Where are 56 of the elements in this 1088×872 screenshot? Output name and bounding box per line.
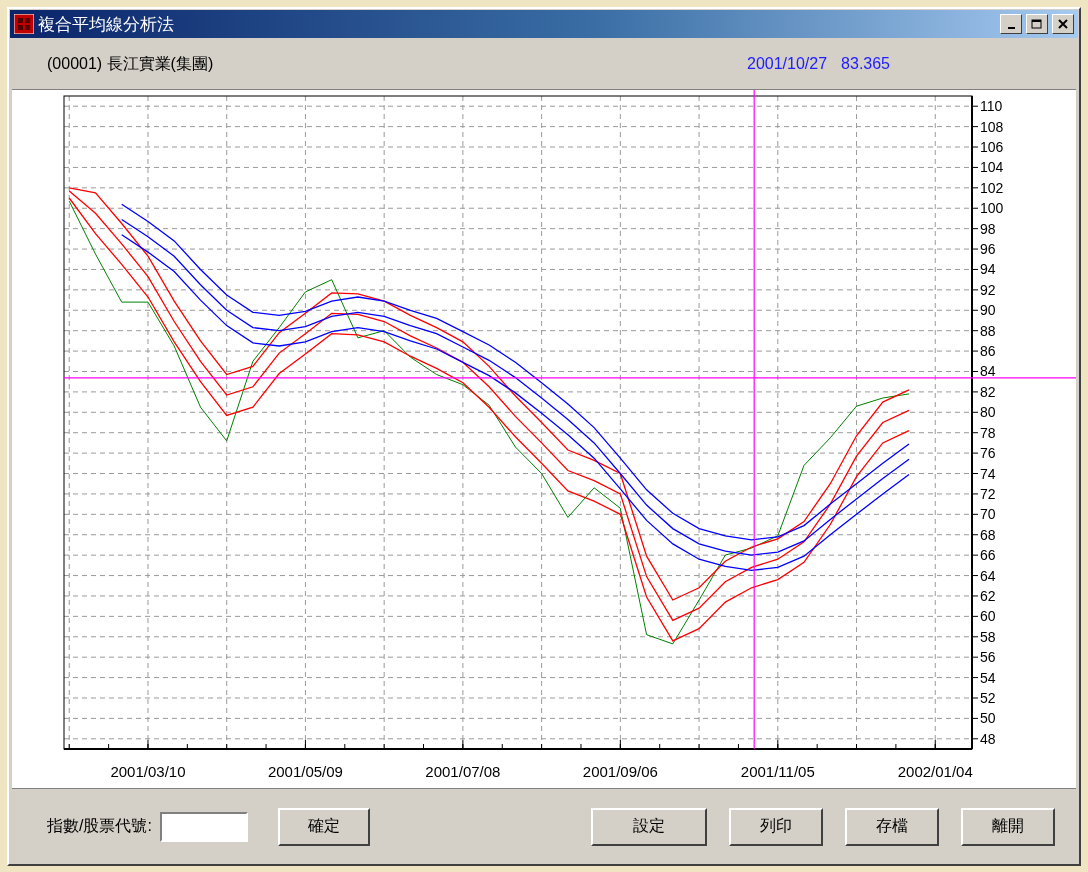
axis-tick-label: 50 — [979, 710, 996, 727]
axis-tick-label: 80 — [979, 404, 996, 421]
axis-tick-label: 98 — [979, 220, 996, 237]
code-input-field[interactable] — [159, 811, 248, 842]
action-button[interactable]: 離開 — [961, 807, 1055, 846]
maximize-icon — [1031, 18, 1043, 30]
axis-tick-label: 62 — [979, 587, 996, 604]
code-label: 指數/股票代號: — [47, 816, 152, 836]
axis-tick-label: 68 — [979, 526, 996, 543]
cursor-value: 83.365 — [841, 55, 890, 73]
axis-tick-label: 94 — [979, 261, 996, 278]
axis-tick-label: 70 — [979, 506, 996, 523]
axis-tick-label: 60 — [979, 608, 996, 625]
axis-tick-label: 96 — [979, 241, 996, 258]
axis-tick-label: 92 — [979, 281, 996, 298]
axis-tick-label: 84 — [979, 363, 996, 380]
axis-tick-label: 76 — [979, 445, 996, 462]
axis-tick-label: 2001/09/06 — [582, 763, 658, 780]
axis-tick-label: 72 — [979, 485, 996, 502]
axis-tick-label: 110 — [979, 98, 1002, 115]
axis-tick-label: 74 — [979, 465, 996, 482]
close-icon — [1058, 19, 1068, 29]
axis-tick-label: 2002/01/04 — [897, 763, 973, 780]
axis-tick-label: 66 — [979, 547, 996, 564]
axis-tick-label: 90 — [979, 302, 996, 319]
axis-tick-label: 86 — [979, 343, 996, 360]
axis-tick-label: 54 — [979, 669, 996, 686]
window-title: 複合平均線分析法 — [38, 13, 175, 36]
axis-tick-label: 64 — [979, 567, 996, 584]
axis-tick-label: 56 — [979, 649, 996, 666]
stock-name: (00001) 長江實業(集團) — [47, 53, 215, 74]
axis-tick-label: 108 — [979, 118, 1003, 135]
axis-tick-label: 2001/07/08 — [424, 763, 500, 780]
axis-tick-label: 102 — [979, 179, 1003, 196]
close-button[interactable] — [1052, 14, 1074, 34]
action-button[interactable]: 存檔 — [845, 807, 939, 846]
axis-tick-label: 78 — [979, 424, 996, 441]
action-button[interactable]: 列印 — [729, 807, 823, 846]
confirm-button[interactable]: 確定 — [277, 807, 370, 846]
axis-tick-label: 82 — [979, 383, 996, 400]
app-icon — [14, 14, 34, 34]
axis-tick-label: 58 — [979, 628, 996, 645]
axis-tick-label: 2001/05/09 — [267, 763, 343, 780]
axis-tick-label: 2001/03/10 — [109, 763, 185, 780]
axis-tick-label: 2001/11/05 — [740, 763, 815, 780]
minimize-button[interactable] — [1000, 14, 1022, 34]
axis-tick-label: 100 — [979, 200, 1003, 217]
action-button[interactable]: 設定 — [591, 807, 707, 846]
cursor-date: 2001/10/27 — [747, 55, 828, 73]
maximize-button[interactable] — [1026, 14, 1048, 34]
axis-tick-label: 106 — [979, 139, 1003, 155]
minimize-icon — [1007, 27, 1015, 29]
axis-tick-label: 48 — [979, 730, 996, 747]
axis-tick-label: 52 — [979, 690, 996, 706]
axis-tick-label: 88 — [979, 322, 996, 339]
axis-tick-label: 104 — [979, 159, 1003, 176]
